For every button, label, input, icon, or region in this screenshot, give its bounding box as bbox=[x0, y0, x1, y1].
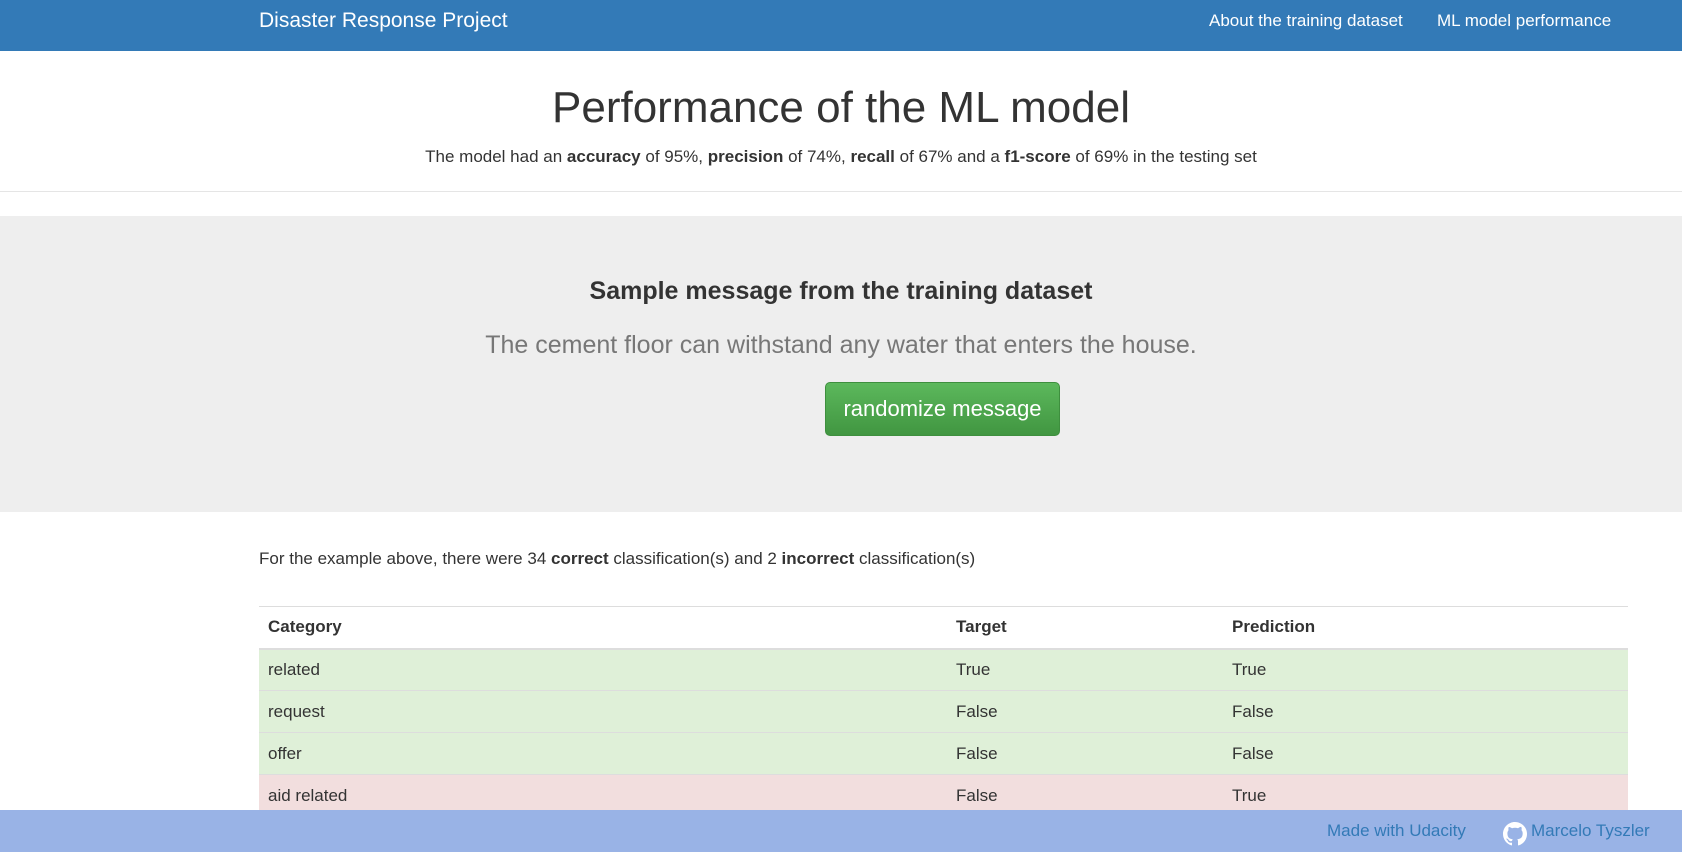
cell-prediction: False bbox=[1223, 690, 1628, 733]
nav-about-dataset[interactable]: About the training dataset bbox=[1209, 11, 1403, 31]
performance-summary: The model had an accuracy of 95%, precis… bbox=[425, 147, 1257, 166]
cell-prediction: False bbox=[1223, 732, 1628, 775]
footer: Made with Udacity Marcelo Tyszler bbox=[0, 810, 1682, 852]
github-icon[interactable] bbox=[1503, 822, 1527, 846]
cell-prediction: True bbox=[1223, 648, 1628, 691]
nav-model-performance[interactable]: ML model performance bbox=[1437, 11, 1611, 31]
table-row: related True True bbox=[259, 648, 1628, 691]
navbar: Disaster Response Project About the trai… bbox=[0, 0, 1682, 51]
cell-category: request bbox=[259, 690, 947, 733]
sample-jumbotron: Sample message from the training dataset… bbox=[0, 216, 1682, 512]
cell-category: offer bbox=[259, 732, 947, 775]
table-header-row: Category Target Prediction bbox=[259, 606, 1628, 650]
udacity-link[interactable]: Made with Udacity bbox=[1327, 821, 1466, 841]
classification-summary: For the example above, there were 34 cor… bbox=[259, 549, 976, 568]
performance-section: Performance of the ML model The model ha… bbox=[0, 51, 1682, 192]
randomize-message-button[interactable]: randomize message bbox=[825, 382, 1060, 436]
sample-message: The cement floor can withstand any water… bbox=[485, 331, 1197, 359]
cell-target: False bbox=[947, 690, 1223, 733]
page-title: Performance of the ML model bbox=[552, 83, 1130, 132]
brand-link[interactable]: Disaster Response Project bbox=[259, 9, 508, 33]
cell-category: related bbox=[259, 648, 947, 691]
sample-heading: Sample message from the training dataset bbox=[589, 277, 1093, 305]
table-row: offer False False bbox=[259, 732, 1628, 775]
header-target: Target bbox=[947, 606, 1223, 650]
author-link[interactable]: Marcelo Tyszler bbox=[1531, 821, 1650, 841]
header-prediction: Prediction bbox=[1223, 606, 1628, 650]
cell-target: True bbox=[947, 648, 1223, 691]
header-category: Category bbox=[259, 606, 947, 650]
classification-table: Category Target Prediction related True … bbox=[259, 606, 1628, 817]
table-row: request False False bbox=[259, 690, 1628, 733]
cell-target: False bbox=[947, 732, 1223, 775]
